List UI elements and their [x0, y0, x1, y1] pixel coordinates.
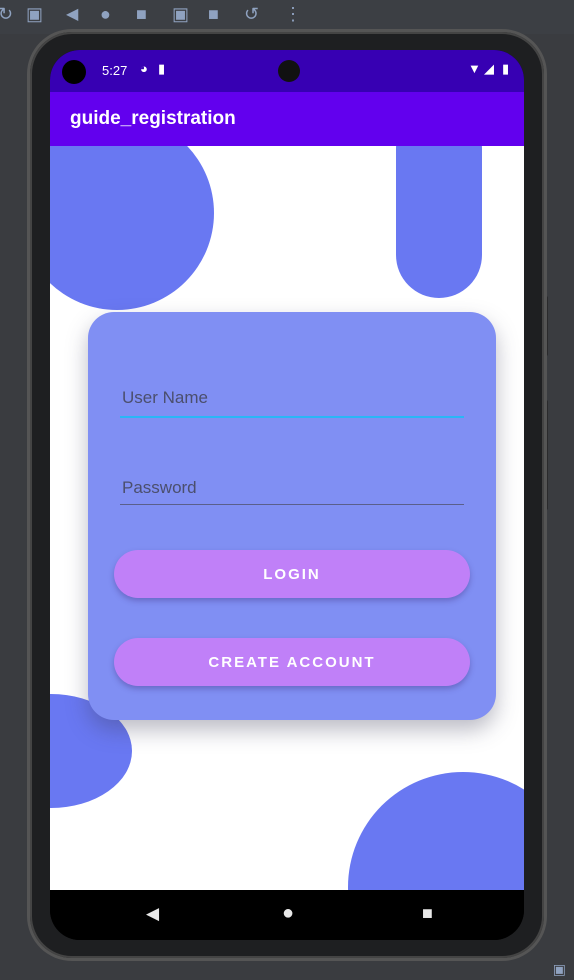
username-input[interactable]: [120, 378, 464, 418]
front-camera: [278, 60, 300, 82]
window-icon[interactable]: ▣: [26, 4, 43, 25]
navigation-bar: ◀ ● ■: [50, 890, 524, 940]
nav-recents-icon[interactable]: ■: [422, 903, 433, 924]
login-button[interactable]: LOGIN: [114, 550, 470, 598]
camera-icon[interactable]: ▣: [172, 4, 189, 25]
app-title: guide_registration: [70, 108, 236, 129]
decor-circle-top-left: [50, 146, 214, 310]
nav-home-icon[interactable]: ●: [282, 902, 294, 925]
decor-circle-bottom-right: [348, 772, 524, 890]
debug-icon[interactable]: ↻: [0, 4, 13, 25]
status-bar: 5:27 ◕ ▮ ▼ ◢ ▮: [50, 50, 524, 92]
password-underline: [120, 504, 464, 505]
battery-icon: ▮: [502, 61, 510, 76]
phone-screen: 5:27 ◕ ▮ ▼ ◢ ▮ guide_registration User N…: [50, 50, 524, 940]
password-input[interactable]: [120, 468, 464, 508]
sync-icon: ◕: [140, 61, 148, 76]
sd-card-icon: ▮: [158, 61, 166, 76]
rotate-icon[interactable]: ↺: [244, 4, 259, 25]
home-icon[interactable]: ●: [100, 4, 111, 25]
record-icon[interactable]: ■: [208, 4, 219, 25]
create-account-button[interactable]: CREATE ACCOUNT: [114, 638, 470, 686]
emulator-toolbar: ↻ ▣ ◀ ● ■ ▣ ■ ↺ ⋮: [0, 0, 574, 34]
signal-icon: ◢: [484, 61, 494, 76]
status-time: 5:27: [102, 63, 128, 78]
more-icon[interactable]: ⋮: [284, 4, 302, 25]
resize-icon[interactable]: ▣: [553, 961, 566, 978]
username-underline: [120, 416, 464, 418]
decor-pill-top-right: [396, 146, 482, 298]
login-screen: LOGIN CREATE ACCOUNT: [50, 146, 524, 890]
camera-cutout-left: [62, 60, 86, 84]
back-icon[interactable]: ◀: [66, 4, 78, 24]
wifi-icon: ▼: [468, 61, 481, 76]
stop-icon[interactable]: ■: [136, 4, 147, 25]
phone-frame: 5:27 ◕ ▮ ▼ ◢ ▮ guide_registration User N…: [30, 32, 544, 958]
username-field[interactable]: [120, 378, 464, 418]
emulator-bottom-panel: ▣: [0, 958, 574, 980]
login-card: LOGIN CREATE ACCOUNT: [88, 312, 496, 720]
nav-back-icon[interactable]: ◀: [146, 904, 159, 924]
password-field[interactable]: [120, 468, 464, 508]
app-bar: guide_registration: [50, 92, 524, 146]
